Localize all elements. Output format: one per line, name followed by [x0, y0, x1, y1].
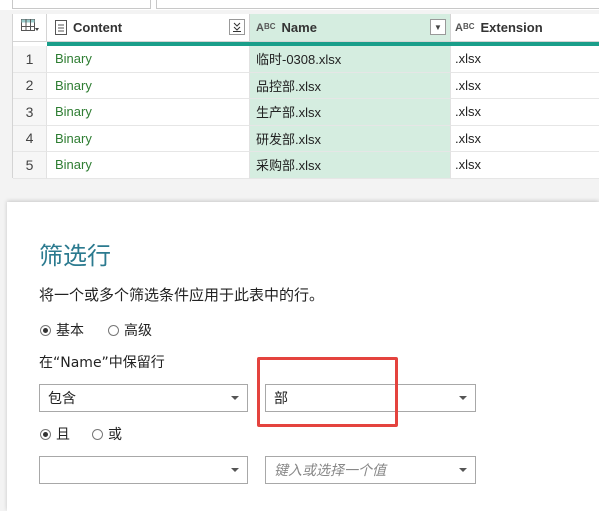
content-cell[interactable]: Binary: [47, 72, 250, 99]
radio-basic[interactable]: [40, 324, 51, 336]
radio-advanced[interactable]: [108, 324, 119, 336]
mode-basic-label: 基本: [56, 323, 84, 339]
keep-rows-label: 在“Name”中保留行: [39, 355, 165, 371]
chevron-down-icon: [231, 468, 239, 472]
extension-cell[interactable]: .xlsx: [451, 46, 599, 73]
logic-and-option[interactable]: 且: [40, 424, 70, 444]
column-label-extension: Extension: [480, 20, 543, 35]
name-cell[interactable]: 品控部.xlsx: [250, 72, 451, 99]
radio-or[interactable]: [92, 428, 103, 440]
formula-bar-strip: [0, 0, 599, 10]
abc-text-icon: ABC: [455, 21, 475, 34]
row-number: 1: [13, 46, 47, 73]
column-header-content[interactable]: Content: [47, 14, 250, 42]
table-row[interactable]: 5 Binary 采购部.xlsx .xlsx: [13, 152, 599, 179]
content-cell[interactable]: Binary: [47, 46, 250, 73]
content-cell[interactable]: Binary: [47, 99, 250, 126]
formula-bar[interactable]: [156, 0, 599, 9]
filter-dropdown-icon[interactable]: ▼: [430, 19, 446, 35]
mode-basic-option[interactable]: 基本: [40, 320, 84, 340]
row-number: 3: [13, 99, 47, 126]
operator-select-1[interactable]: 包含: [39, 384, 248, 412]
logic-or-label: 或: [108, 427, 122, 443]
binary-type-icon: [55, 20, 67, 35]
column-header-name[interactable]: ABC Name ▼: [250, 14, 451, 42]
operator-select-1-value: 包含: [48, 391, 76, 407]
row-number: 5: [13, 152, 47, 179]
name-box[interactable]: [12, 0, 151, 9]
name-cell[interactable]: 采购部.xlsx: [250, 152, 451, 179]
table-row[interactable]: 4 Binary 研发部.xlsx .xlsx: [13, 125, 599, 152]
data-grid: Content ABC Name ▼ ABC Extension 1 Binar…: [12, 14, 599, 179]
row-number: 2: [13, 72, 47, 99]
mode-advanced-label: 高级: [124, 323, 152, 339]
highlight-box: [257, 357, 398, 427]
value-input-2[interactable]: 键入或选择一个值: [265, 456, 476, 484]
value-input-2-placeholder: 键入或选择一个值: [274, 463, 386, 479]
operator-select-2[interactable]: [39, 456, 248, 484]
row-number: 4: [13, 125, 47, 152]
name-cell[interactable]: 临时-0308.xlsx: [250, 46, 451, 73]
extension-cell[interactable]: .xlsx: [451, 152, 599, 179]
table-icon: [20, 19, 39, 36]
column-header-extension[interactable]: ABC Extension: [451, 14, 599, 42]
logic-and-label: 且: [56, 427, 70, 443]
table-row[interactable]: 1 Binary 临时-0308.xlsx .xlsx: [13, 46, 599, 73]
extension-cell[interactable]: .xlsx: [451, 99, 599, 126]
name-cell[interactable]: 研发部.xlsx: [250, 125, 451, 152]
abc-text-icon: ABC: [256, 21, 276, 34]
chevron-down-icon: [231, 396, 239, 400]
radio-and[interactable]: [40, 428, 51, 440]
content-cell[interactable]: Binary: [47, 152, 250, 179]
dialog-title: 筛选行: [39, 242, 111, 270]
column-label-content: Content: [73, 20, 123, 35]
table-corner-menu[interactable]: [13, 14, 47, 42]
table-row[interactable]: 2 Binary 品控部.xlsx .xlsx: [13, 72, 599, 99]
name-cell[interactable]: 生产部.xlsx: [250, 99, 451, 126]
mode-advanced-option[interactable]: 高级: [108, 320, 152, 340]
expand-column-icon[interactable]: [229, 19, 245, 35]
dialog-description: 将一个或多个筛选条件应用于此表中的行。: [39, 286, 325, 304]
content-cell[interactable]: Binary: [47, 125, 250, 152]
chevron-down-icon: [459, 468, 467, 472]
column-label-name: Name: [281, 20, 317, 35]
filter-rows-dialog: 筛选行 将一个或多个筛选条件应用于此表中的行。 基本 高级 在“Name”中保留…: [7, 202, 599, 511]
logic-or-option[interactable]: 或: [92, 424, 122, 444]
extension-cell[interactable]: .xlsx: [451, 73, 599, 99]
extension-cell[interactable]: .xlsx: [451, 126, 599, 152]
table-row[interactable]: 3 Binary 生产部.xlsx .xlsx: [13, 99, 599, 126]
chevron-down-icon: [459, 396, 467, 400]
